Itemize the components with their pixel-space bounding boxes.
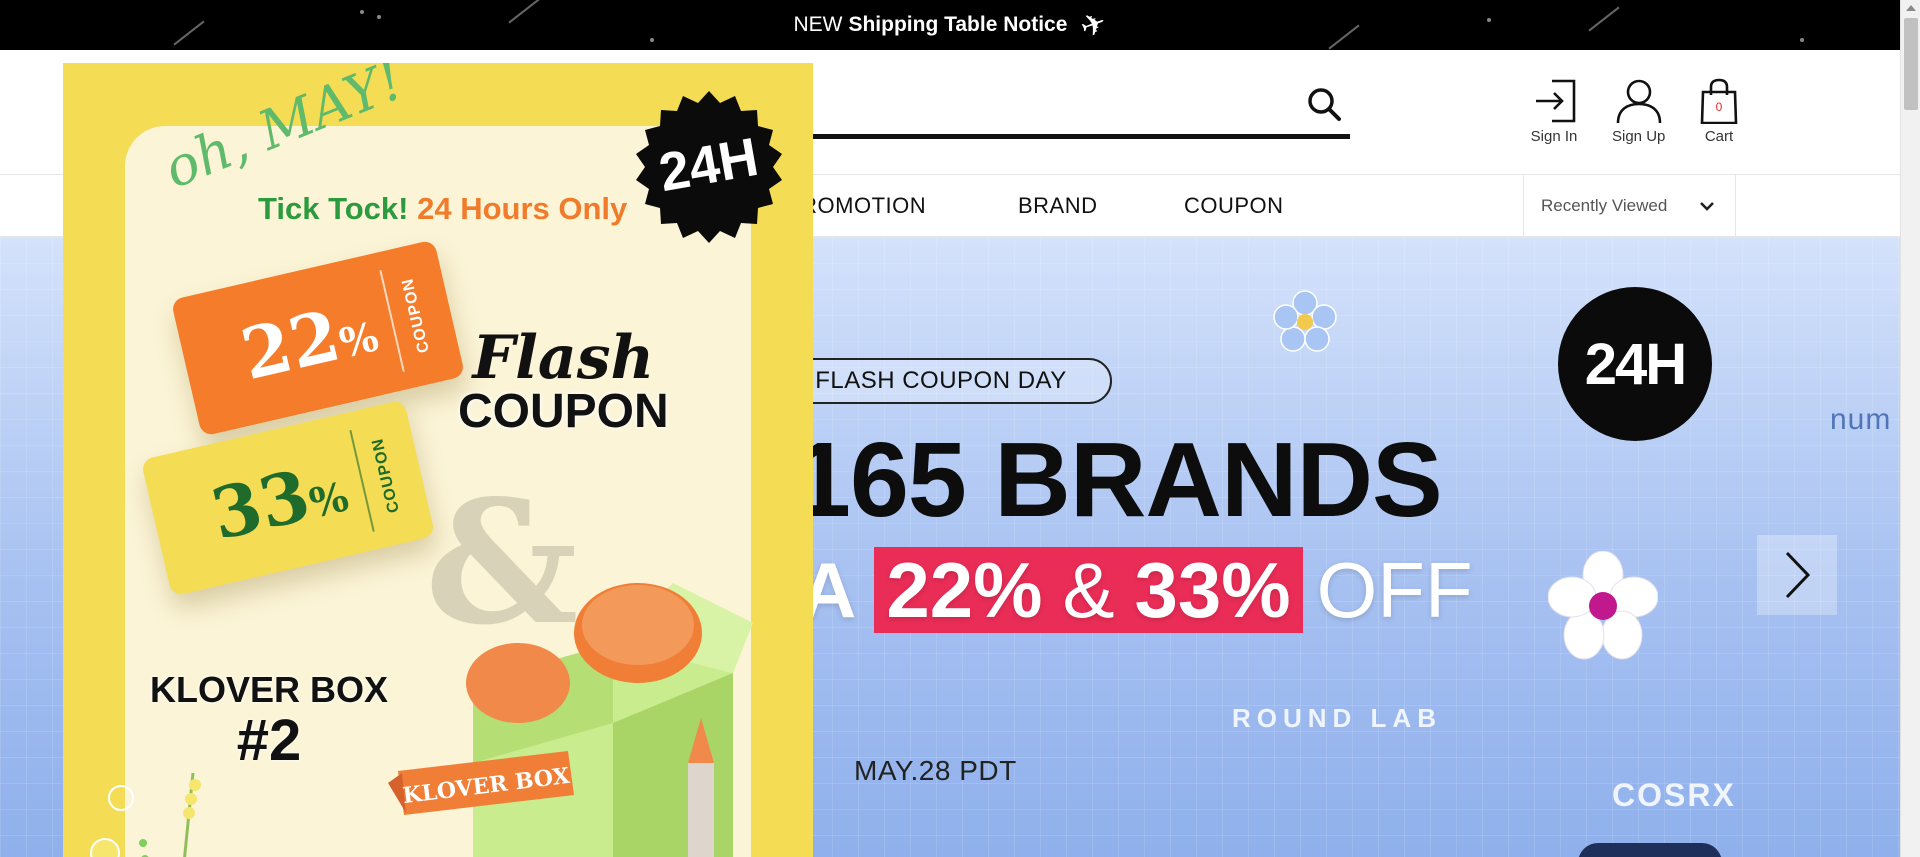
brand-logo-cosrx: COSRX	[1612, 777, 1736, 813]
coupon-33-number: 33	[203, 452, 318, 556]
notice-prefix: NEW	[793, 13, 843, 36]
white-flower-decor	[1548, 551, 1658, 660]
popup-tick-b: 24 Hours Only	[417, 191, 628, 226]
hero-discount-highlight: 22% & 33%	[874, 545, 1303, 634]
decor-streak	[1328, 24, 1360, 50]
brand-logo-num: num	[1830, 403, 1892, 436]
coupon-22-value: 22%	[233, 284, 385, 396]
scroll-thumb[interactable]	[1904, 18, 1918, 110]
hero-discount-amp: &	[1062, 545, 1115, 634]
cart-count: 0	[1715, 100, 1723, 114]
coupon-word: COUPON	[458, 385, 669, 438]
nav-item-coupon[interactable]: COUPON	[1184, 193, 1284, 219]
coupon-22-label: COUPON	[399, 276, 433, 355]
flash-coupon-day-pill: FLASH COUPON DAY	[770, 358, 1112, 404]
coupon-22-number: 22	[233, 292, 348, 396]
flash-word: Flash	[472, 323, 655, 393]
page-scrollbar[interactable]	[1900, 0, 1920, 857]
airplane-icon: ✈	[1076, 5, 1112, 45]
notice-title: Shipping Table Notice	[848, 13, 1068, 36]
hero-next-button[interactable]	[1757, 535, 1837, 615]
decor-streak	[1588, 6, 1620, 32]
chevron-down-icon	[1700, 202, 1714, 211]
decor-sparkle	[1800, 38, 1804, 42]
klover-box-ribbon: KLOVER BOX	[388, 751, 574, 815]
flash-coupon-popup[interactable]: oh, MAY! 24H Tick Tock! 24 Hours Only 22…	[63, 63, 813, 857]
shipping-notice-bar[interactable]: NEW Shipping Table Notice ✈	[0, 0, 1900, 50]
coupon-22-stub: COUPON	[379, 259, 452, 372]
sign-up-label: Sign Up	[1612, 128, 1666, 145]
decor-sparkle	[377, 15, 381, 19]
hero-discount-a: 22%	[886, 545, 1043, 634]
scroll-up-arrow-icon[interactable]	[1906, 5, 1916, 11]
coupon-33-label: COUPON	[369, 436, 403, 515]
search-underline	[808, 134, 1350, 139]
decor-sparkle	[1487, 18, 1491, 22]
cart-button[interactable]: 0 Cart	[1700, 78, 1738, 145]
cart-label: Cart	[1704, 128, 1734, 145]
decor-sparkle	[360, 10, 364, 14]
klover-box-name: KLOVER BOX	[150, 669, 389, 710]
brand-logo-round-lab: ROUND LAB	[1232, 703, 1442, 733]
hero-bottom-pill[interactable]	[1578, 843, 1722, 857]
sign-in-button[interactable]: Sign In	[1530, 78, 1578, 145]
hero-discount-suffix: OFF	[1316, 545, 1473, 634]
page: NEW Shipping Table Notice ✈ Sign In Sign…	[0, 0, 1920, 857]
user-icon	[1616, 79, 1661, 124]
chevron-right-icon	[1785, 551, 1811, 599]
coupon-33-stub: COUPON	[349, 419, 422, 532]
sign-up-button[interactable]: Sign Up	[1612, 78, 1665, 145]
decor-streak	[173, 20, 205, 46]
decor-sparkle	[650, 38, 654, 42]
nav-item-brand[interactable]: BRAND	[1018, 193, 1098, 219]
recently-viewed-label: Recently Viewed	[1541, 196, 1668, 215]
popup-24h-badge: 24H	[636, 91, 782, 243]
search-icon	[1308, 88, 1341, 121]
popup-tick-tock: Tick Tock! 24 Hours Only	[258, 191, 627, 227]
hero-discount-line: A 22% & 33% OFF	[800, 545, 1473, 634]
coupon-33-value: 33%	[203, 444, 355, 556]
search-input[interactable]	[808, 80, 1288, 130]
flash-coupon-title: Flash COUPON	[458, 328, 669, 436]
hero-headline: 165 BRANDS	[792, 421, 1443, 539]
hero-24h-badge: 24H	[1558, 287, 1712, 441]
hero-date: MAY.28 PDT	[854, 755, 1017, 786]
flower-stems-decor	[90, 772, 201, 857]
popup-tick-a: Tick Tock!	[258, 191, 409, 226]
blue-flower-decor	[1273, 290, 1337, 352]
decor-streak	[508, 0, 540, 24]
sign-in-label: Sign In	[1530, 128, 1578, 145]
search-button[interactable]	[1306, 86, 1350, 130]
klover-box-title: KLOVER BOX #2	[150, 669, 389, 773]
sign-in-icon	[1536, 79, 1576, 123]
recently-viewed-dropdown[interactable]: Recently Viewed	[1523, 175, 1736, 237]
hero-discount-b: 33%	[1134, 545, 1291, 634]
